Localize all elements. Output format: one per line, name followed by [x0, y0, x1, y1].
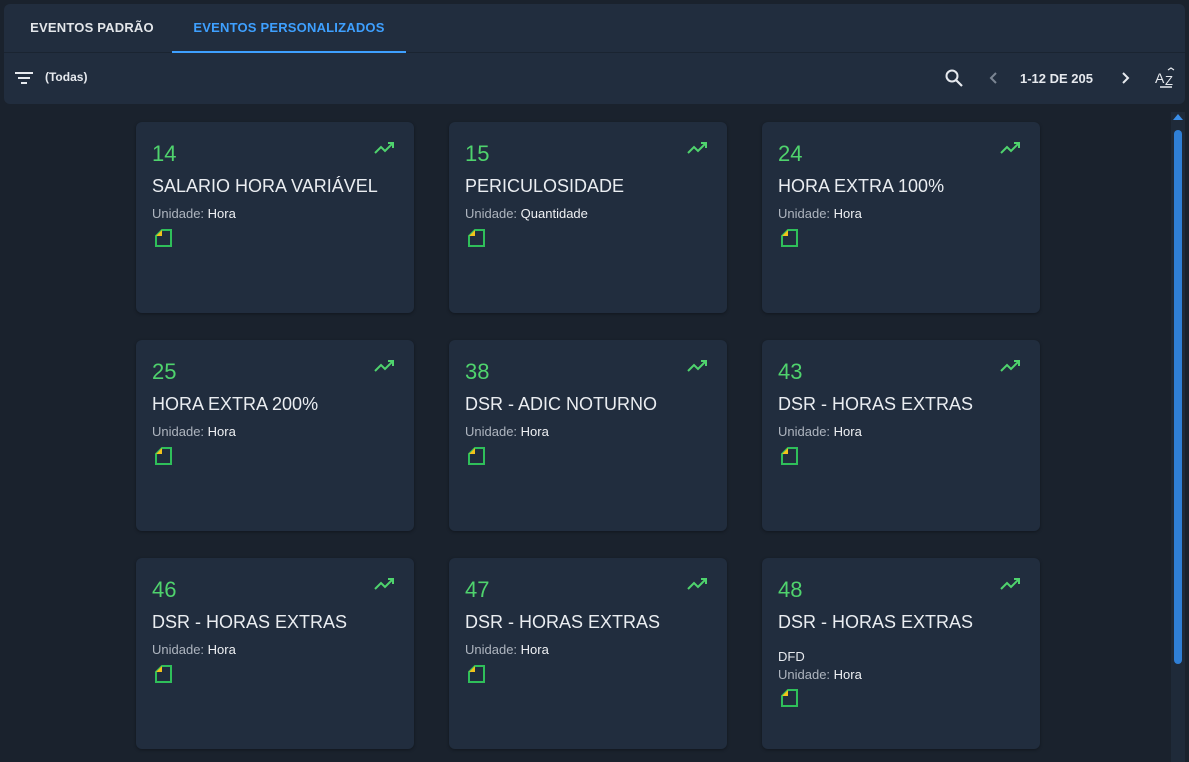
event-code: 14	[152, 141, 177, 166]
unit-prefix: Unidade:	[778, 667, 831, 682]
event-name: HORA EXTRA 200%	[152, 394, 319, 414]
event-name: DSR - HORAS EXTRAS	[465, 612, 661, 632]
event-card[interactable]: 47 DSR - HORAS EXTRAS Unidade: Hora	[449, 558, 727, 749]
document-icon	[155, 447, 172, 465]
event-name: DSR - HORAS EXTRAS	[778, 612, 974, 632]
event-card[interactable]: 24 HORA EXTRA 100% Unidade: Hora	[762, 122, 1040, 313]
unit-value: Hora	[207, 424, 236, 439]
toolbar: (Todas) 1-12 DE 205 A Z	[4, 53, 1185, 104]
trending-up-icon	[374, 578, 394, 590]
chevron-right-icon[interactable]	[1112, 65, 1138, 91]
events-grid: 14 SALARIO HORA VARIÁVEL Unidade: Hora 1…	[136, 122, 1040, 762]
unit-prefix: Unidade:	[465, 424, 518, 439]
event-code: 24	[778, 141, 803, 166]
event-card[interactable]: 14 SALARIO HORA VARIÁVEL Unidade: Hora	[136, 122, 414, 313]
pagination-range: 1-12 DE 205	[1020, 71, 1093, 86]
unit-value: Hora	[207, 206, 236, 221]
unit-prefix: Unidade:	[778, 206, 831, 221]
event-unit: Unidade: Hora	[465, 642, 549, 657]
event-code: 43	[778, 359, 803, 384]
header-bar: EVENTOS PADRÃO EVENTOS PERSONALIZADOS (T…	[4, 4, 1185, 104]
event-unit: Unidade: Quantidade	[465, 206, 588, 221]
event-code: 46	[152, 577, 177, 602]
event-unit: Unidade: Hora	[152, 424, 236, 439]
document-icon	[155, 229, 172, 247]
document-icon	[468, 229, 485, 247]
event-card[interactable]: 46 DSR - HORAS EXTRAS Unidade: Hora	[136, 558, 414, 749]
trending-up-icon	[687, 360, 707, 372]
trending-up-icon	[1000, 142, 1020, 154]
trending-up-icon	[687, 578, 707, 590]
event-code: 38	[465, 359, 490, 384]
trending-up-icon	[1000, 360, 1020, 372]
event-code: 47	[465, 577, 490, 602]
event-code: 15	[465, 141, 490, 166]
trending-up-icon	[1000, 578, 1020, 590]
unit-value: Quantidade	[520, 206, 588, 221]
unit-value: Hora	[520, 424, 549, 439]
tab-bar: EVENTOS PADRÃO EVENTOS PERSONALIZADOS	[4, 4, 1185, 53]
event-card[interactable]: 25 HORA EXTRA 200% Unidade: Hora	[136, 340, 414, 531]
event-unit: Unidade: Hora	[778, 206, 862, 221]
trending-up-icon	[687, 142, 707, 154]
chevron-left-icon[interactable]	[981, 65, 1007, 91]
search-icon[interactable]	[941, 65, 967, 91]
document-icon	[468, 447, 485, 465]
filter-label[interactable]: (Todas)	[45, 70, 87, 84]
unit-prefix: Unidade:	[152, 642, 205, 657]
unit-prefix: Unidade:	[465, 206, 518, 221]
event-name: SALARIO HORA VARIÁVEL	[152, 176, 378, 196]
document-icon	[468, 665, 485, 683]
tab-eventos-personalizados[interactable]: EVENTOS PERSONALIZADOS	[172, 4, 406, 53]
event-code: 48	[778, 577, 803, 602]
unit-prefix: Unidade:	[152, 206, 205, 221]
unit-value: Hora	[833, 424, 862, 439]
document-icon	[781, 689, 798, 707]
scroll-up-arrow-icon[interactable]	[1173, 114, 1183, 120]
event-card[interactable]: 48 DSR - HORAS EXTRAS DFD Unidade: Hora	[762, 558, 1040, 749]
trending-up-icon	[374, 360, 394, 372]
document-icon	[155, 665, 172, 683]
unit-value: Hora	[833, 206, 862, 221]
event-card[interactable]: 38 DSR - ADIC NOTURNO Unidade: Hora	[449, 340, 727, 531]
svg-text:A: A	[1155, 70, 1165, 86]
event-unit: Unidade: Hora	[778, 667, 862, 682]
event-name: PERICULOSIDADE	[465, 176, 625, 196]
unit-value: Hora	[520, 642, 549, 657]
trending-up-icon	[374, 142, 394, 154]
unit-value: Hora	[207, 642, 236, 657]
event-name: DSR - HORAS EXTRAS	[152, 612, 348, 632]
document-icon	[781, 229, 798, 247]
unit-prefix: Unidade:	[778, 424, 831, 439]
filter-icon[interactable]	[14, 69, 34, 87]
event-unit: Unidade: Hora	[465, 424, 549, 439]
event-unit: Unidade: Hora	[778, 424, 862, 439]
document-icon	[781, 447, 798, 465]
svg-text:Z: Z	[1165, 73, 1173, 88]
event-card[interactable]: 43 DSR - HORAS EXTRAS Unidade: Hora	[762, 340, 1040, 531]
event-name: DSR - ADIC NOTURNO	[465, 394, 658, 414]
event-extra-label: DFD	[778, 649, 805, 664]
sort-az-icon[interactable]: A Z	[1153, 65, 1179, 91]
event-name: HORA EXTRA 100%	[778, 176, 945, 196]
unit-prefix: Unidade:	[465, 642, 518, 657]
event-card[interactable]: 15 PERICULOSIDADE Unidade: Quantidade	[449, 122, 727, 313]
scroll-thumb[interactable]	[1174, 130, 1182, 664]
event-name: DSR - HORAS EXTRAS	[778, 394, 974, 414]
scrollbar[interactable]	[1171, 112, 1185, 762]
unit-value: Hora	[833, 667, 862, 682]
event-unit: Unidade: Hora	[152, 206, 236, 221]
tab-eventos-padrao[interactable]: EVENTOS PADRÃO	[12, 4, 172, 53]
event-code: 25	[152, 359, 177, 384]
unit-prefix: Unidade:	[152, 424, 205, 439]
event-unit: Unidade: Hora	[152, 642, 236, 657]
